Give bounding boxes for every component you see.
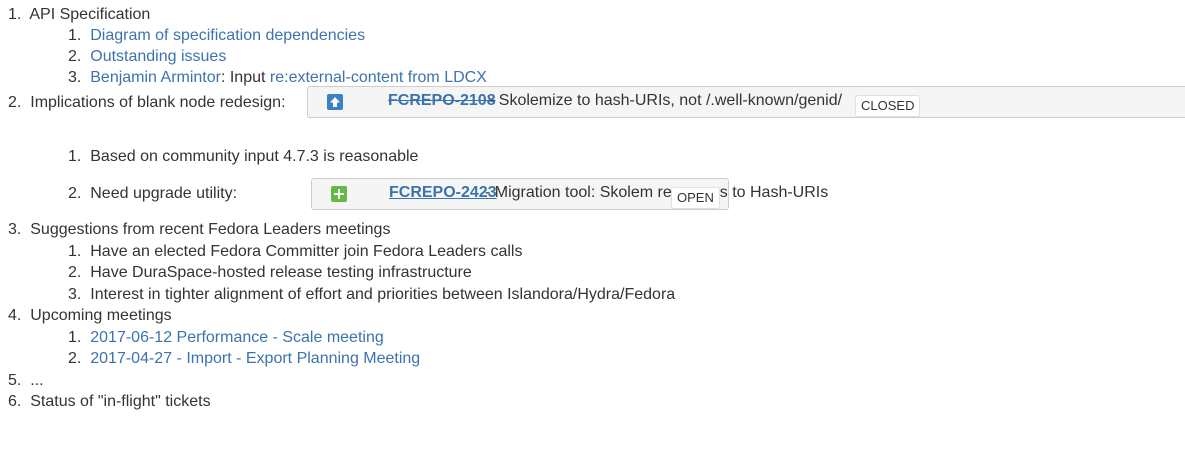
outstanding-issues-link[interactable]: Outstanding issues [90, 48, 226, 65]
sub-item-import-export-meeting: 2. 2017-04-27 - Import - Export Planning… [68, 349, 420, 369]
item-number: 3. [68, 69, 86, 86]
jira-issue-macro[interactable]: FCREPO-2423 - Migration tool: Skolem res… [311, 178, 828, 210]
issue-summary: - Migration tool: Skolem resources to Ha… [485, 184, 829, 201]
item-number: 5. [8, 372, 26, 389]
item-text: API Specification [29, 6, 151, 23]
item-text: Status of "in-flight" tickets [30, 393, 211, 410]
status-badge: CLOSED [855, 95, 921, 117]
issue-key-link[interactable]: FCREPO-2423 [389, 184, 497, 202]
sub-item-community-input: 1. Based on community input 4.7.3 is rea… [68, 147, 418, 167]
list-item-ellipsis: 5. ... [8, 371, 44, 391]
item-number: 4. [8, 307, 26, 324]
sub-item-outstanding-issues: 2. Outstanding issues [68, 47, 226, 67]
issue-summary: - Skolemize to hash-URIs, not /.well-kno… [489, 92, 843, 109]
user-link[interactable]: Benjamin Armintor [90, 69, 221, 86]
import-export-meeting-link[interactable]: 2017-04-27 - Import - Export Planning Me… [90, 350, 420, 367]
item-text: Need upgrade utility: [90, 185, 238, 202]
sub-item-release-testing: 2. Have DuraSpace-hosted release testing… [68, 263, 472, 283]
performance-meeting-link[interactable]: 2017-06-12 Performance - Scale meeting [90, 329, 384, 346]
item-number: 2. [68, 48, 86, 65]
sub-item-performance-meeting: 1. 2017-06-12 Performance - Scale meetin… [68, 328, 384, 348]
list-item-suggestions: 3. Suggestions from recent Fedora Leader… [8, 220, 390, 240]
sub-item-diagram: 1. Diagram of specification dependencies [68, 26, 365, 46]
list-item-api-specification: 1. API Specification [8, 5, 150, 25]
item-text: Implications of blank node redesign: [30, 94, 286, 111]
sub-item-alignment: 3. Interest in tighter alignment of effo… [68, 285, 675, 305]
item-number: 2. [68, 185, 86, 202]
item-text: Upcoming meetings [30, 307, 172, 324]
item-text: : Input [220, 69, 270, 86]
issue-key-link[interactable]: FCREPO-2108 [388, 92, 496, 110]
improvement-icon [327, 94, 343, 110]
sub-item-committer: 1. Have an elected Fedora Committer join… [68, 242, 522, 262]
list-item-upcoming-meetings: 4. Upcoming meetings [8, 306, 172, 326]
item-number: 2. [68, 350, 86, 367]
status-badge: OPEN [671, 187, 720, 209]
item-text: Based on community input 4.7.3 is reason… [90, 148, 419, 165]
item-text: Have DuraSpace-hosted release testing in… [90, 264, 472, 281]
sub-item-upgrade-utility: 2. Need upgrade utility: [68, 184, 237, 204]
item-number: 3. [8, 221, 26, 238]
item-text: ... [30, 372, 44, 389]
item-number: 2. [68, 264, 86, 281]
diagram-link[interactable]: Diagram of specification dependencies [90, 27, 365, 44]
list-item-in-flight-tickets: 6. Status of "in-flight" tickets [8, 392, 211, 412]
jira-issue-macro[interactable]: FCREPO-2108 - Skolemize to hash-URIs, no… [307, 86, 1185, 118]
item-number: 1. [68, 148, 86, 165]
item-number: 2. [8, 94, 26, 111]
item-number: 1. [68, 329, 86, 346]
item-number: 1. [8, 6, 26, 23]
item-text: Suggestions from recent Fedora Leaders m… [30, 221, 391, 238]
item-text: Have an elected Fedora Committer join Fe… [90, 243, 523, 260]
item-number: 1. [68, 243, 86, 260]
new-feature-icon [331, 186, 347, 202]
item-number: 1. [68, 27, 86, 44]
item-number: 3. [68, 286, 86, 303]
item-text: Interest in tighter alignment of effort … [90, 286, 676, 303]
external-content-link[interactable]: re:external-content from LDCX [270, 69, 487, 86]
item-number: 6. [8, 393, 26, 410]
sub-item-input: 3. Benjamin Armintor: Input re:external-… [68, 68, 487, 88]
list-item-blank-node: 2. Implications of blank node redesign: [8, 93, 286, 113]
